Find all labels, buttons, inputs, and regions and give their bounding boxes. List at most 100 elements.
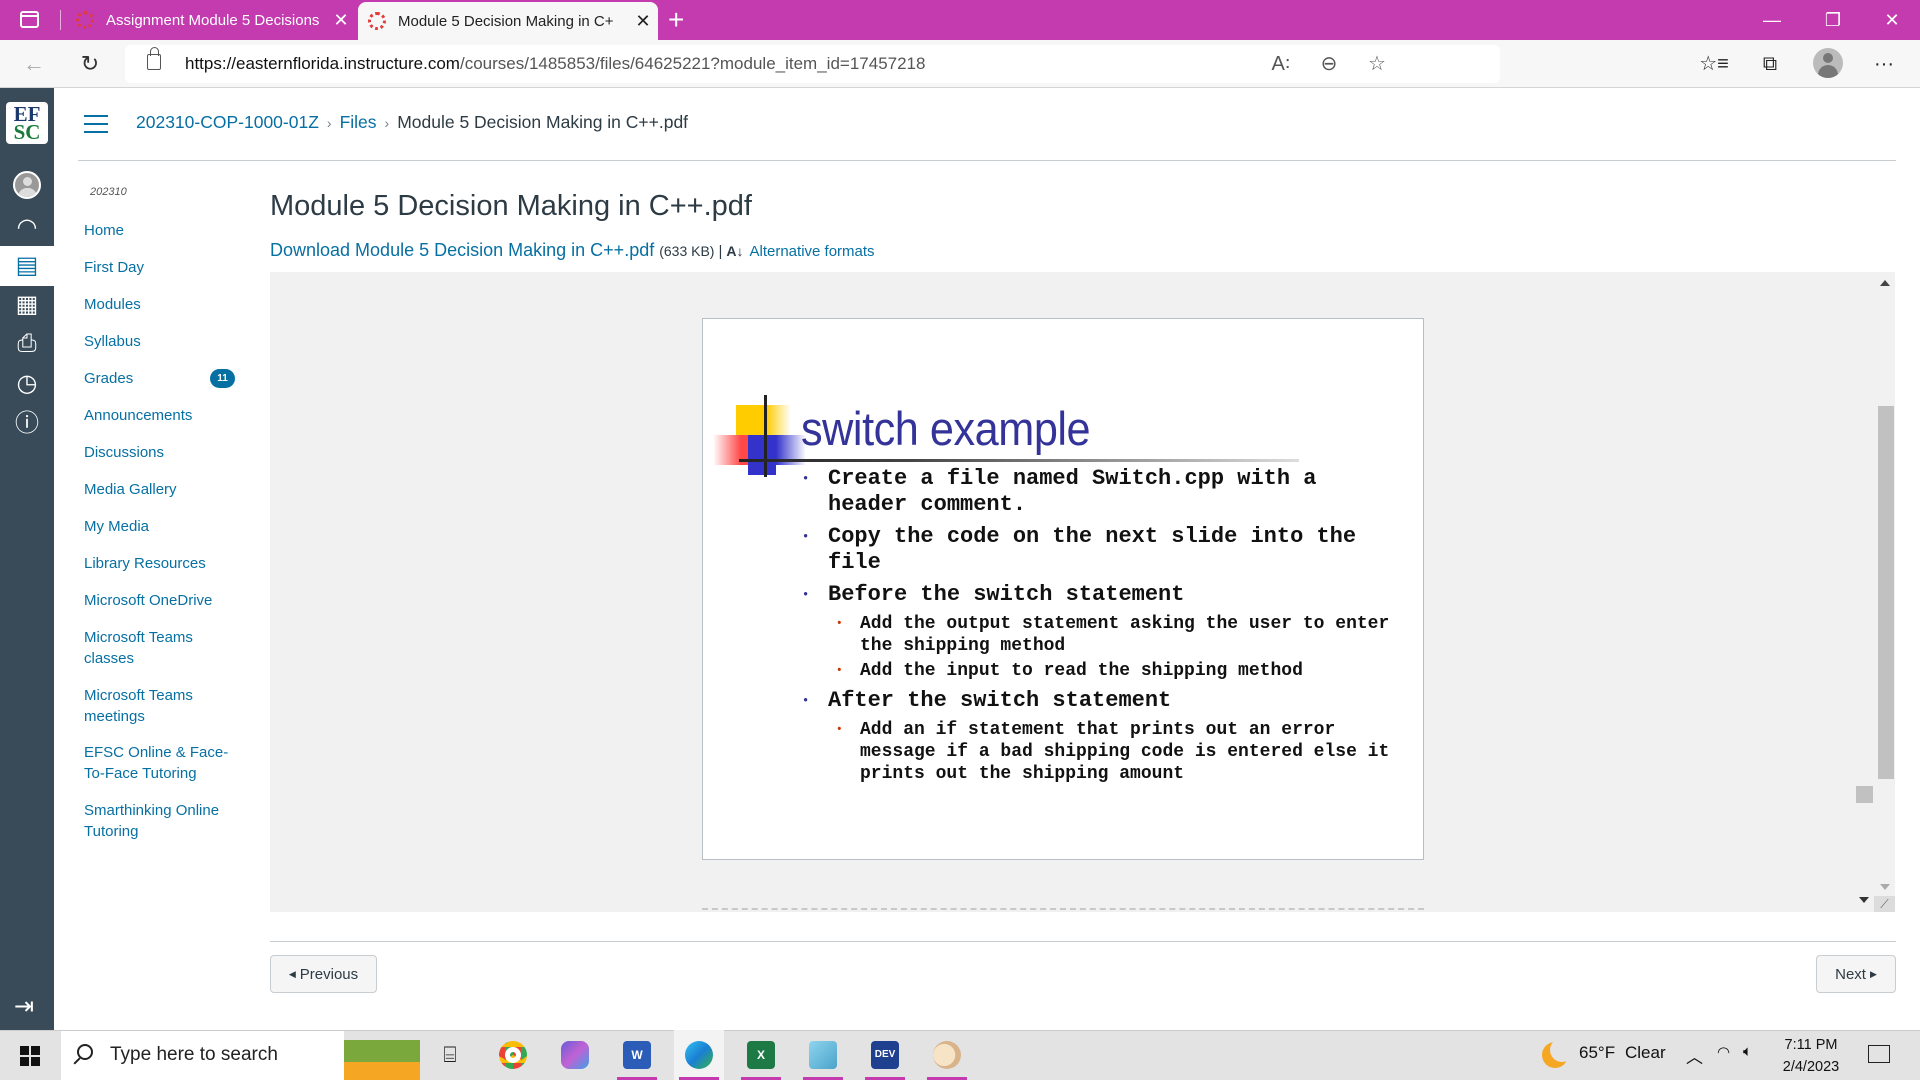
address-bar[interactable]: https://easternflorida.instructure.com/c… (125, 45, 1500, 83)
breadcrumb-course[interactable]: 202310-COP-1000-01Z (136, 112, 319, 133)
canvas-favicon-icon (76, 11, 94, 29)
logo-text-bottom: SC (13, 120, 41, 144)
collections-icon[interactable]: ⧉ (1754, 48, 1786, 80)
read-aloud-icon[interactable]: A꞉ (1265, 48, 1297, 80)
minimize-button[interactable]: — (1744, 0, 1800, 40)
global-nav-courses[interactable]: ▤ (0, 246, 54, 286)
lock-icon[interactable] (147, 47, 161, 70)
more-icon[interactable]: ··· (1868, 48, 1900, 80)
course-nav-first-day[interactable]: First Day (84, 257, 244, 278)
course-nav-library[interactable]: Library Resources (84, 553, 244, 574)
course-nav-teams-meetings[interactable]: Microsoft Teams meetings (84, 685, 224, 727)
new-tab-button[interactable]: + (668, 4, 684, 36)
notifications-icon[interactable] (1868, 1045, 1890, 1063)
edge-icon (685, 1041, 713, 1069)
show-hidden-icons-icon[interactable]: ︿ (1686, 1043, 1703, 1068)
course-nav-teams-classes[interactable]: Microsoft Teams classes (84, 627, 224, 669)
url-path: /courses/1485853/files/64625221?module_i… (459, 54, 926, 73)
taskbar-excel[interactable]: X (736, 1030, 786, 1080)
taskbar-microsoft-365[interactable] (550, 1030, 600, 1080)
paint-icon (933, 1041, 961, 1069)
taskbar-task-view[interactable]: ⌸ (425, 1030, 475, 1080)
course-nav-home[interactable]: Home (84, 220, 244, 241)
tab-separator (60, 10, 61, 30)
efsc-logo[interactable]: EF SC (6, 102, 48, 144)
course-nav-my-media[interactable]: My Media (84, 516, 244, 537)
download-link[interactable]: Download Module 5 Decision Making in C++… (270, 240, 654, 261)
resize-handle-icon[interactable]: ⟋ (1874, 896, 1895, 912)
page-title: Module 5 Decision Making in C++.pdf (270, 190, 752, 222)
search-highlight-image[interactable] (344, 1040, 420, 1080)
taskbar-notepad[interactable] (798, 1030, 848, 1080)
slide-sub-bullet: Add the output statement asking the user… (836, 613, 1400, 657)
course-nav-onedrive[interactable]: Microsoft OneDrive (84, 590, 244, 611)
taskbar-word[interactable]: W (612, 1030, 662, 1080)
global-nav-account[interactable] (0, 165, 54, 205)
previous-label: Previous (299, 965, 359, 983)
weather-temp[interactable]: 65°F (1579, 1043, 1615, 1063)
zoom-out-icon[interactable]: ⊖ (1313, 48, 1345, 80)
profile-icon[interactable] (1813, 48, 1843, 78)
weather-moon-icon[interactable] (1542, 1038, 1574, 1068)
refresh-button[interactable]: ↻ (74, 48, 106, 80)
wifi-icon[interactable]: ◠ (1717, 1043, 1730, 1061)
add-favorite-icon[interactable]: ☆ (1361, 48, 1393, 80)
breadcrumb-files[interactable]: Files (340, 112, 377, 133)
taskbar-devcpp[interactable]: DEV (860, 1030, 910, 1080)
system-clock[interactable]: 7:11 PM 2/4/2023 (1766, 1034, 1856, 1078)
scroll-up-icon[interactable] (1880, 280, 1890, 286)
global-nav-dashboard[interactable]: ◠ (0, 208, 54, 248)
course-nav-discussions[interactable]: Discussions (84, 442, 244, 463)
clock-icon: ◷ (16, 370, 38, 397)
pdf-viewer[interactable]: switch example Create a file named Switc… (270, 272, 1895, 912)
viewer-scrollbar[interactable] (1876, 272, 1895, 912)
term-label: 202310 (90, 186, 127, 198)
scrollbar-thumb[interactable] (1878, 406, 1894, 779)
course-nav-tutoring[interactable]: EFSC Online & Face-To-Face Tutoring (84, 742, 234, 784)
inner-scrollbar-thumb[interactable] (1856, 786, 1873, 803)
previous-button[interactable]: ◀ Previous (270, 955, 377, 993)
calendar-icon: ▦ (15, 291, 39, 318)
back-button[interactable]: ← (18, 48, 50, 80)
inner-scroll-down-icon[interactable] (1859, 897, 1869, 903)
windows-start-icon[interactable] (20, 1046, 40, 1066)
global-nav-calendar[interactable]: ▦ (0, 285, 54, 325)
next-button[interactable]: Next ▶ (1816, 955, 1896, 993)
taskbar-search[interactable]: Type here to search (61, 1031, 344, 1081)
task-view-icon: ⌸ (443, 1042, 457, 1067)
tab-close-icon[interactable]: ✕ (326, 10, 356, 31)
global-nav-history[interactable]: ◷ (0, 364, 54, 404)
course-nav-media-gallery[interactable]: Media Gallery (84, 479, 244, 500)
courses-book-icon: ▤ (15, 252, 39, 279)
taskbar-chrome[interactable] (488, 1030, 538, 1080)
restore-button[interactable]: ❐ (1805, 0, 1861, 40)
devcpp-icon: DEV (871, 1041, 899, 1069)
slide-title-rule (739, 459, 1299, 462)
course-nav-modules[interactable]: Modules (84, 294, 244, 315)
course-nav-announcements[interactable]: Announcements (84, 405, 244, 426)
course-nav-smarthinking[interactable]: Smarthinking Online Tutoring (84, 800, 234, 842)
url-host: https://easternflorida.instructure.com (185, 54, 460, 73)
url-text[interactable]: https://easternflorida.instructure.com/c… (185, 54, 925, 74)
scroll-down-icon[interactable] (1880, 884, 1890, 890)
global-nav-help[interactable]: ⓘ (0, 404, 54, 444)
window-close-button[interactable]: ✕ (1864, 0, 1920, 40)
course-nav-syllabus[interactable]: Syllabus (84, 331, 244, 352)
tab-assignment[interactable]: Assignment Module 5 Decisions ✕ (66, 0, 356, 40)
alternative-formats-link[interactable]: Alternative formats (750, 243, 875, 260)
global-nav-inbox[interactable]: ⎙ (0, 324, 54, 364)
taskbar-edge[interactable] (674, 1030, 724, 1080)
tab-module5-pdf[interactable]: Module 5 Decision Making in C+ ✕ (358, 2, 658, 40)
volume-icon[interactable]: 🔈︎ (1743, 1043, 1752, 1060)
course-nav-grades[interactable]: Grades 11 (84, 368, 244, 389)
caret-right-icon: ▶ (1869, 968, 1877, 979)
tab-actions-icon[interactable] (20, 11, 39, 28)
tab-close-icon[interactable]: ✕ (628, 11, 658, 32)
course-menu-toggle[interactable] (84, 115, 108, 133)
weather-desc[interactable]: Clear (1625, 1043, 1666, 1063)
taskbar-paint[interactable] (922, 1030, 972, 1080)
favorites-icon[interactable]: ☆≡ (1698, 48, 1730, 80)
notepad-icon (809, 1041, 837, 1069)
collapse-nav-icon[interactable]: ⇥ (14, 992, 34, 1021)
browser-tab-bar: Assignment Module 5 Decisions ✕ Module 5… (0, 0, 1920, 40)
